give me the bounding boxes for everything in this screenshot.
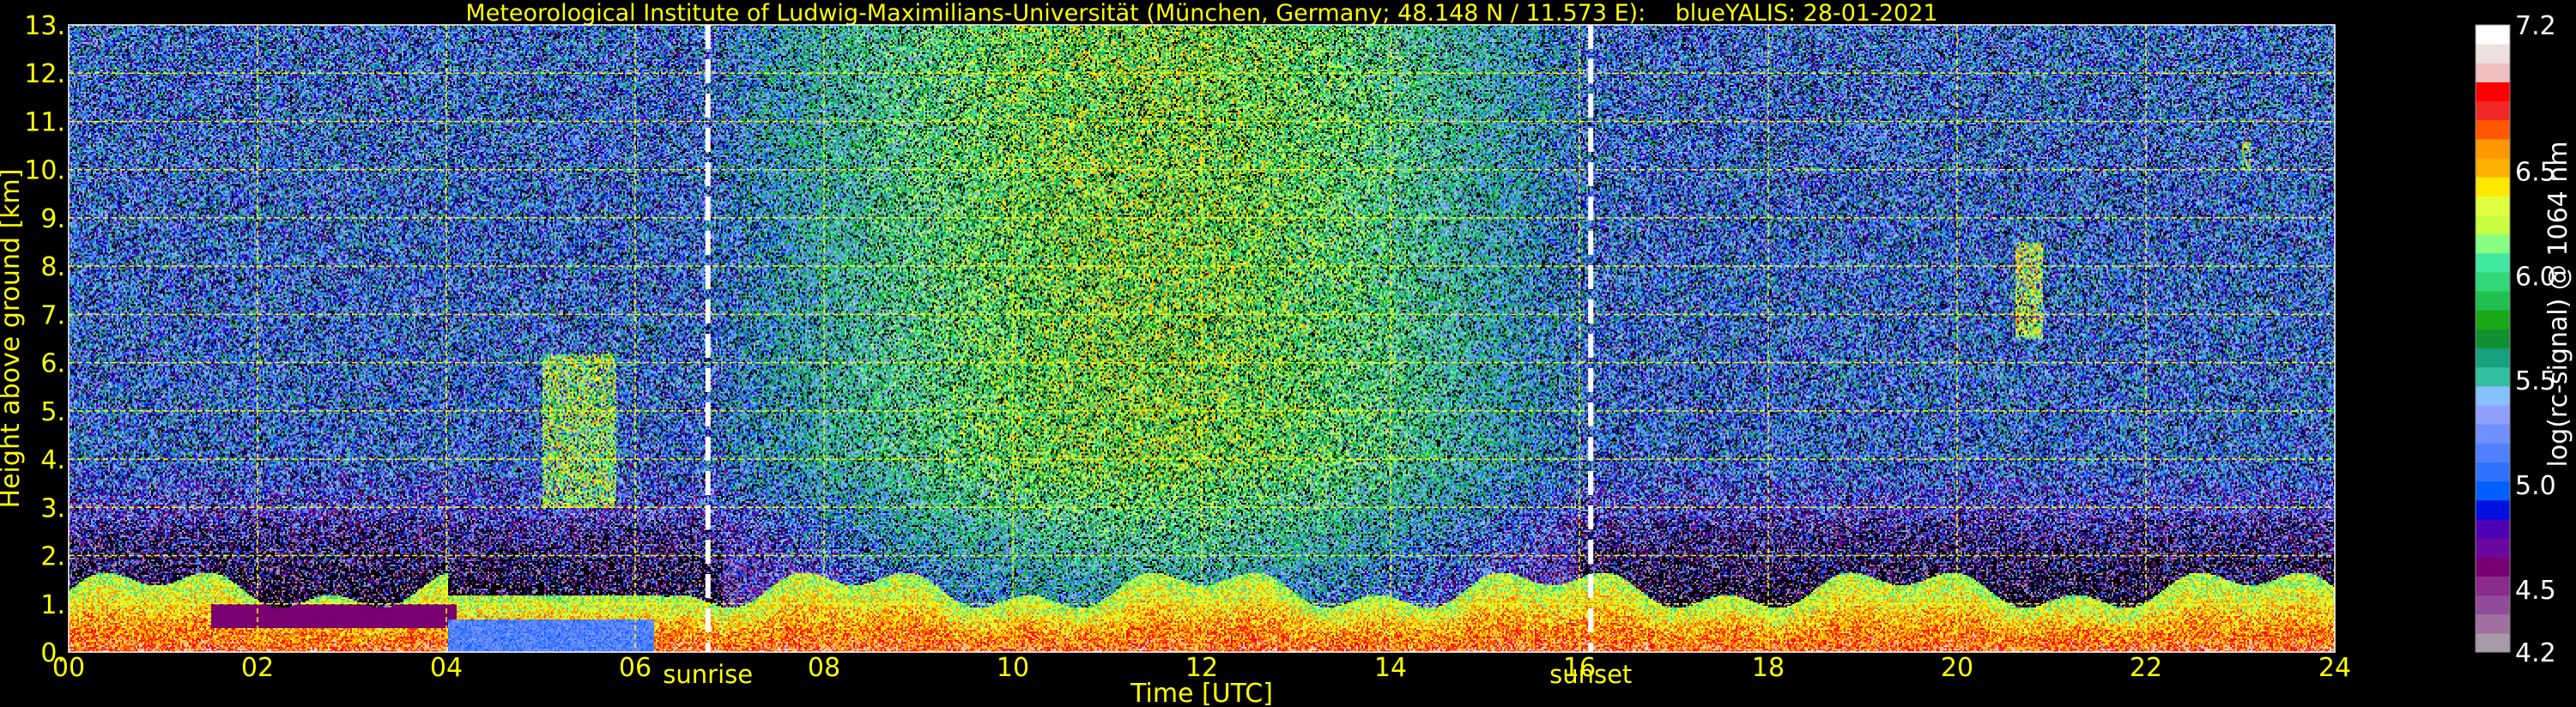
colorbar-segment (2476, 291, 2510, 311)
colorbar-segment (2476, 538, 2510, 558)
colorbar-segment (2476, 177, 2510, 196)
colorbar-segment (2476, 347, 2510, 368)
colorbar-segment (2476, 366, 2510, 387)
colorbar-segment (2476, 405, 2510, 425)
colorbar-segment (2476, 576, 2510, 596)
colorbar-segment (2476, 329, 2510, 349)
x-tick-label: 20 (1941, 653, 1973, 683)
colorbar-segment (2476, 119, 2510, 140)
colorbar-segment (2476, 613, 2510, 634)
x-tick-label: 06 (619, 653, 652, 683)
colorbar-segment (2476, 138, 2510, 159)
colorbar-segment (2476, 499, 2510, 520)
colorbar-segment (2476, 63, 2510, 82)
colorbar-segment (2476, 100, 2510, 121)
y-tick-label: 3. (40, 493, 65, 523)
x-tick-label: 24 (2318, 653, 2351, 683)
y-tick-label: 6. (40, 349, 65, 379)
colorbar-segment (2476, 480, 2510, 501)
x-tick-label: 14 (1374, 653, 1407, 683)
colorbar-segment (2476, 233, 2510, 254)
colorbar-segment (2476, 518, 2510, 539)
colorbar-segment (2476, 44, 2510, 63)
y-tick-label: 13. (24, 11, 65, 41)
colorbar-segment (2476, 632, 2510, 653)
colorbar-segment (2476, 271, 2510, 292)
y-tick-label: 4. (40, 445, 65, 475)
x-axis-label: Time [UTC] (1130, 679, 1273, 707)
colorbar-tick-label: 7.2 (2515, 11, 2556, 41)
y-tick-label: 5. (40, 397, 65, 427)
colorbar-segment (2476, 25, 2510, 45)
colorbar-segment (2476, 462, 2510, 482)
y-tick-label: 10. (24, 156, 65, 186)
colorbar-segment (2476, 310, 2510, 329)
x-tick-label: 08 (808, 653, 840, 683)
colorbar-segment (2476, 424, 2510, 444)
colorbar-segment (2476, 82, 2510, 102)
colorbar-segment (2476, 158, 2510, 178)
colorbar-label: log(rc-signal) @ 1064 nm (2543, 141, 2573, 467)
x-tick-label: 02 (241, 653, 274, 683)
x-tick-label: 10 (997, 653, 1029, 683)
y-tick-label: 2. (40, 542, 65, 572)
y-tick-label: 8. (40, 252, 65, 282)
colorbar-tick-label: 5.0 (2515, 471, 2556, 501)
colorbar-segment (2476, 215, 2510, 235)
x-tick-label: 18 (1752, 653, 1785, 683)
y-tick-label: 11. (24, 107, 65, 137)
y-tick-label: 12. (24, 59, 65, 89)
colorbar-segment (2476, 252, 2510, 273)
x-tick-label: 04 (430, 653, 463, 683)
y-axis-label: Height above ground [km] (0, 169, 26, 509)
x-tick-label: 00 (52, 653, 85, 683)
colorbar-segment (2476, 385, 2510, 406)
x-tick-label: 16 (1563, 653, 1596, 683)
x-tick-label: 22 (2130, 653, 2162, 683)
colorbar-segment (2476, 595, 2510, 615)
lidar-quicklook: Meteorological Institute of Ludwig-Maxim… (0, 0, 2576, 707)
colorbar-segment (2476, 557, 2510, 577)
chart-axes: sunrise sunset0.1.2.3.4.5.6.7.8.9.10.11.1… (0, 11, 2573, 707)
colorbar-tick-label: 4.2 (2515, 638, 2556, 668)
y-tick-label: 1. (40, 590, 65, 620)
y-tick-label: 7. (40, 300, 65, 330)
sunrise-label: sunrise (663, 660, 753, 689)
colorbar-segment (2476, 443, 2510, 462)
colorbar-segment (2476, 196, 2510, 216)
colorbar-tick-label: 4.5 (2515, 576, 2556, 606)
y-tick-label: 9. (40, 204, 65, 234)
